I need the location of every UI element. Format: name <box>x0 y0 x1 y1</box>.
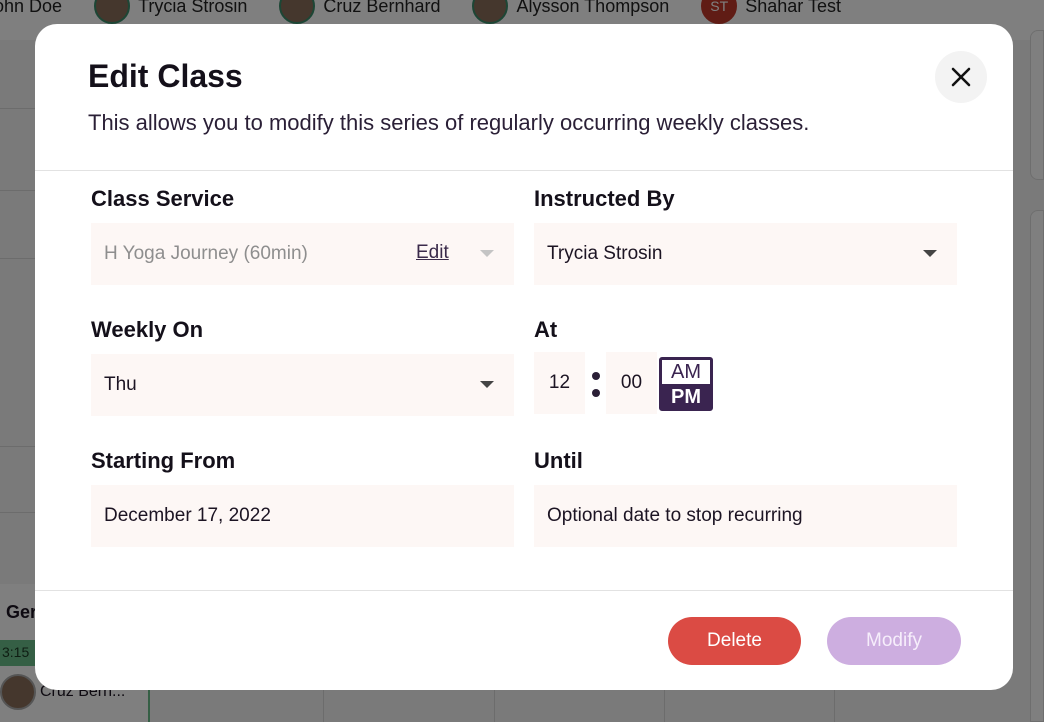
instructed-by-label: Instructed By <box>534 186 675 211</box>
weekly-on-label: Weekly On <box>91 317 204 342</box>
pm-option[interactable]: PM <box>662 384 710 408</box>
modal-header: Edit Class This allows you to modify thi… <box>35 24 1013 171</box>
at-label: At <box>534 317 558 342</box>
starting-from-label: Starting From <box>91 448 236 473</box>
modify-button[interactable]: Modify <box>827 617 961 665</box>
delete-button[interactable]: Delete <box>668 617 801 665</box>
until-placeholder: Optional date to stop recurring <box>547 505 803 526</box>
instructed-by-select[interactable]: Trycia Strosin <box>534 223 957 285</box>
modal-footer: Delete Modify <box>35 590 1013 690</box>
starting-from-input[interactable]: December 17, 2022 <box>91 485 514 547</box>
chevron-down-icon <box>480 381 494 388</box>
weekly-on-value: Thu <box>104 374 137 395</box>
edit-class-service-link[interactable]: Edit <box>416 242 449 264</box>
close-icon <box>951 67 971 87</box>
hour-input[interactable]: 12 <box>534 352 585 414</box>
am-option[interactable]: AM <box>662 360 710 384</box>
starting-from-value: December 17, 2022 <box>104 505 271 526</box>
instructed-by-value: Trycia Strosin <box>547 243 663 264</box>
weekly-on-select[interactable]: Thu <box>91 354 514 416</box>
close-button[interactable] <box>935 51 987 103</box>
modal-subtitle: This allows you to modify this series of… <box>88 110 810 135</box>
chevron-down-icon <box>923 250 937 257</box>
until-label: Until <box>534 448 583 473</box>
class-service-select: H Yoga Journey (60min) Edit <box>91 223 514 285</box>
edit-class-modal: Edit Class This allows you to modify thi… <box>35 24 1013 690</box>
am-pm-toggle[interactable]: AM PM <box>659 357 713 411</box>
class-service-value: H Yoga Journey (60min) <box>104 243 308 264</box>
time-separator <box>592 372 600 400</box>
chevron-down-icon <box>480 250 494 257</box>
class-service-label: Class Service <box>91 186 235 211</box>
modal-title: Edit Class <box>88 58 243 94</box>
until-input[interactable]: Optional date to stop recurring <box>534 485 957 547</box>
minute-input[interactable]: 00 <box>606 352 657 414</box>
